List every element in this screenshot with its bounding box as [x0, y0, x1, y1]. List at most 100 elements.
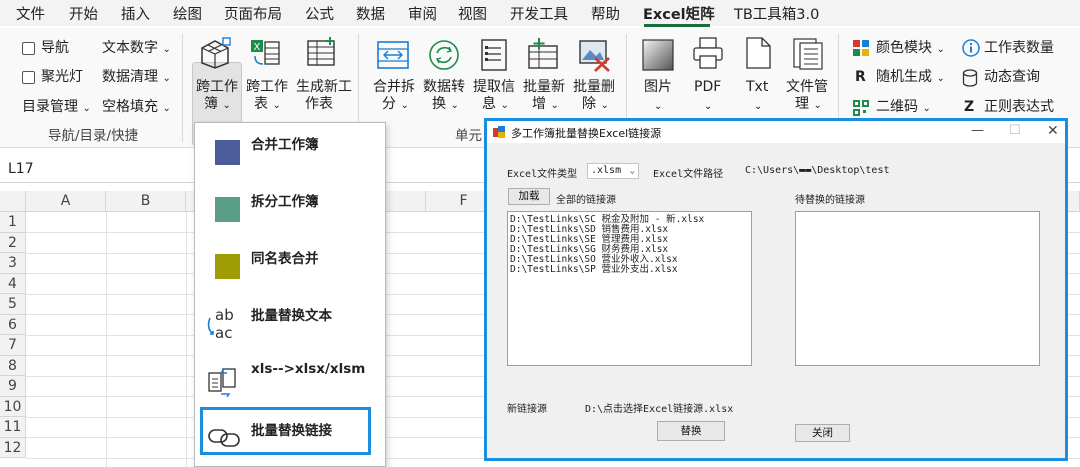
- close-button[interactable]: 关闭: [795, 424, 850, 442]
- tab-review[interactable]: 审阅: [408, 3, 437, 24]
- cross-sheet-icon: X: [251, 40, 280, 65]
- tab-view[interactable]: 视图: [458, 3, 487, 24]
- all-sources-list[interactable]: D:\TestLinks\SC 税金及附加 - 新.xlsx D:\TestLin…: [507, 211, 752, 366]
- new-sheet-label[interactable]: 生成新工: [296, 79, 352, 96]
- batch-delete-label[interactable]: 批量删: [573, 79, 615, 96]
- replace-links-dialog: 多工作簿批量替换Excel链接源 — ☐ ✕ Excel文件类型 .xlsm ⌄…: [484, 118, 1068, 461]
- menu-item-label: 拆分工作簿: [251, 194, 319, 210]
- menu-bar: 文件 开始 插入 绘图 页面布局 公式 数据 审阅 视图 开发工具 帮助 Exc…: [0, 0, 1080, 27]
- batch-delete-label-2[interactable]: 除 ⌄: [582, 96, 609, 114]
- replace-button[interactable]: 替换: [657, 421, 725, 441]
- tab-page-layout[interactable]: 页面布局: [224, 3, 282, 24]
- cross-sheet-label-2[interactable]: 表 ⌄: [254, 96, 281, 114]
- list-item[interactable]: D:\TestLinks\SP 营业外支出.xlsx: [508, 265, 751, 275]
- tab-developer[interactable]: 开发工具: [510, 3, 568, 24]
- row-header[interactable]: 1: [0, 212, 26, 233]
- file-manage-icon: [793, 38, 823, 70]
- data-clean-button[interactable]: 数据清理 ⌄: [102, 69, 171, 87]
- merge-split-label-2[interactable]: 分 ⌄: [382, 96, 409, 114]
- select-all-corner[interactable]: [0, 191, 26, 212]
- load-button[interactable]: 加载: [508, 188, 550, 205]
- tab-insert[interactable]: 插入: [121, 3, 150, 24]
- picture-caret[interactable]: ⌄: [654, 98, 662, 115]
- pdf-caret[interactable]: ⌄: [704, 98, 712, 115]
- menu-item-split-workbook[interactable]: 拆分工作簿: [195, 180, 385, 236]
- qrcode-button[interactable]: 二维码 ⌄: [876, 99, 931, 117]
- file-type-label: Excel文件类型: [507, 169, 578, 180]
- new-source-value[interactable]: D:\点击选择Excel链接源.xlsx: [585, 400, 733, 415]
- chevron-down-icon: ⌄: [629, 166, 635, 176]
- pending-sources-list[interactable]: [795, 211, 1040, 366]
- nav-checkbox[interactable]: [22, 42, 35, 55]
- new-sheet-label-2[interactable]: 作表: [305, 96, 333, 113]
- row-header[interactable]: 4: [0, 273, 26, 294]
- txt-file-icon: [746, 37, 771, 69]
- tab-home[interactable]: 开始: [69, 3, 98, 24]
- name-box-value: L17: [8, 161, 34, 177]
- extract-info-label-2[interactable]: 息 ⌄: [482, 96, 509, 114]
- pdf-label[interactable]: PDF: [694, 79, 721, 96]
- tab-tb-toolbox[interactable]: TB工具箱3.0: [734, 3, 819, 24]
- row-header[interactable]: 3: [0, 253, 26, 274]
- blank-fill-button[interactable]: 空格填充 ⌄: [102, 99, 171, 117]
- row-header[interactable]: 12: [0, 437, 26, 458]
- picture-label[interactable]: 图片: [644, 79, 672, 96]
- file-path-value[interactable]: C:\Users\▬▬\Desktop\test: [745, 165, 890, 176]
- row-header[interactable]: 7: [0, 335, 26, 356]
- cross-workbook-label-2: 簿 ⌄: [204, 96, 231, 112]
- sheet-count-button[interactable]: 工作表数量: [984, 40, 1054, 57]
- data-convert-label-2[interactable]: 换 ⌄: [432, 96, 459, 114]
- maximize-icon[interactable]: ☐: [1009, 123, 1021, 138]
- data-convert-label[interactable]: 数据转: [423, 79, 465, 96]
- dynamic-query-button[interactable]: 动态查询: [984, 69, 1040, 86]
- random-generate-button[interactable]: 随机生成 ⌄: [876, 69, 945, 87]
- row-header[interactable]: 5: [0, 294, 26, 315]
- spotlight-checkbox[interactable]: [22, 71, 35, 84]
- extract-info-icon: [481, 39, 507, 71]
- txt-caret[interactable]: ⌄: [754, 98, 762, 115]
- file-manage-label[interactable]: 文件管: [786, 79, 828, 96]
- batch-add-label-2[interactable]: 增 ⌄: [532, 96, 559, 114]
- merge-split-icon: [377, 41, 409, 69]
- row-header[interactable]: 6: [0, 314, 26, 335]
- tab-excel-matrix[interactable]: Excel矩阵: [643, 3, 715, 24]
- row-header[interactable]: 2: [0, 232, 26, 253]
- grid-line: [186, 212, 187, 467]
- menu-item-batch-replace-text[interactable]: ab ac 批量替换文本: [195, 294, 385, 350]
- txt-label[interactable]: Txt: [746, 79, 768, 96]
- row-header[interactable]: 11: [0, 417, 26, 438]
- column-header-b[interactable]: B: [106, 191, 186, 212]
- name-box[interactable]: L17: [0, 155, 180, 183]
- menu-item-xls-convert[interactable]: xls-->xlsx/xlsm: [195, 351, 385, 407]
- file-convert-icon: [208, 368, 236, 398]
- random-icon: R: [855, 69, 866, 85]
- minimize-icon[interactable]: —: [971, 123, 984, 138]
- tab-formulas[interactable]: 公式: [305, 3, 334, 24]
- merge-split-label[interactable]: 合并拆: [373, 79, 415, 96]
- tab-data[interactable]: 数据: [356, 3, 385, 24]
- file-manage-label-2[interactable]: 理 ⌄: [795, 96, 822, 114]
- color-module-button[interactable]: 颜色模块 ⌄: [876, 40, 945, 58]
- extract-info-label[interactable]: 提取信: [473, 79, 515, 96]
- close-icon[interactable]: ✕: [1047, 123, 1059, 139]
- text-number-button[interactable]: 文本数字 ⌄: [102, 40, 171, 58]
- batch-add-label[interactable]: 批量新: [523, 79, 565, 96]
- svg-text:ac: ac: [215, 324, 232, 342]
- menu-item-merge-workbooks[interactable]: 合并工作簿: [195, 123, 385, 179]
- batch-delete-icon: [579, 40, 610, 72]
- regex-button[interactable]: 正则表达式: [984, 99, 1054, 116]
- row-header[interactable]: 8: [0, 355, 26, 376]
- row-header[interactable]: 9: [0, 376, 26, 397]
- menu-item-merge-same-name[interactable]: 同名表合并: [195, 237, 385, 293]
- ab-ac-replace-icon: ab ac: [207, 306, 234, 342]
- row-header[interactable]: 10: [0, 396, 26, 417]
- merge-same-name-icon: [215, 254, 240, 279]
- tab-file[interactable]: 文件: [16, 3, 45, 24]
- tab-draw[interactable]: 绘图: [173, 3, 202, 24]
- column-header-a[interactable]: A: [26, 191, 106, 212]
- cross-sheet-label[interactable]: 跨工作: [246, 79, 288, 96]
- file-type-select[interactable]: .xlsm ⌄: [587, 163, 639, 179]
- data-convert-icon: [429, 40, 459, 70]
- toc-manage-button[interactable]: 目录管理 ⌄: [22, 99, 91, 117]
- tab-help[interactable]: 帮助: [591, 3, 620, 24]
